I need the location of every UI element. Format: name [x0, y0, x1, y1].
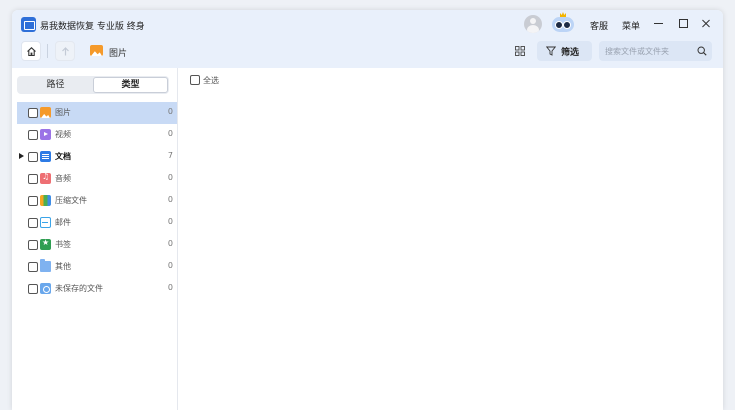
search-box[interactable] — [599, 41, 712, 61]
item-count: 0 — [167, 217, 173, 226]
checkbox[interactable] — [28, 130, 38, 140]
image-icon — [40, 107, 51, 118]
folder-icon — [40, 259, 51, 272]
item-count: 0 — [167, 107, 173, 116]
sidebar-item-audio[interactable]: 音频 0 — [17, 168, 177, 190]
search-icon[interactable] — [697, 46, 707, 56]
sidebar-item-images[interactable]: 图片 0 — [17, 102, 177, 124]
checkbox[interactable] — [28, 174, 38, 184]
item-count: 0 — [167, 239, 173, 248]
checkbox[interactable] — [28, 218, 38, 228]
sidebar: 路径 类型 图片 0 视频 0 文档 7 音频 0 — [12, 68, 178, 410]
unsaved-file-icon — [40, 283, 51, 294]
video-icon — [40, 129, 51, 140]
sidebar-item-label: 邮件 — [55, 218, 71, 227]
checkbox[interactable] — [28, 108, 38, 118]
filter-button[interactable]: 筛选 — [537, 41, 592, 61]
select-all-checkbox[interactable] — [190, 75, 200, 85]
sidebar-item-label: 图片 — [55, 108, 71, 117]
go-up-button[interactable] — [55, 41, 75, 61]
sidebar-item-label: 视频 — [55, 130, 71, 139]
customer-service-button[interactable]: 客服 — [590, 19, 608, 32]
item-count: 0 — [167, 129, 173, 138]
menu-button[interactable]: 菜单 — [622, 19, 640, 32]
item-count: 0 — [167, 261, 173, 270]
arrow-up-icon — [62, 47, 69, 56]
sidebar-item-videos[interactable]: 视频 0 — [17, 124, 177, 146]
app-title: 易我数据恢复 专业版 终身 — [40, 22, 145, 32]
item-count: 7 — [167, 151, 173, 160]
tab-path[interactable]: 路径 — [18, 77, 93, 93]
checkbox[interactable] — [28, 262, 38, 272]
item-count: 0 — [167, 283, 173, 292]
checkbox[interactable] — [28, 152, 38, 162]
select-all-label[interactable]: 全选 — [203, 75, 219, 86]
funnel-icon — [546, 46, 556, 56]
audio-icon — [40, 172, 51, 184]
checkbox[interactable] — [28, 196, 38, 206]
expand-arrow-icon[interactable] — [19, 153, 24, 159]
app-window: 易我数据恢复 专业版 终身 客服 菜单 图片 筛选 搜索文件或文件夹 路径 类型… — [12, 10, 723, 410]
app-logo-icon — [21, 17, 36, 32]
sidebar-item-archives[interactable]: 压缩文件 0 — [17, 190, 177, 212]
file-list-area: 全选 — [179, 68, 723, 410]
filter-label: 筛选 — [561, 48, 580, 58]
search-input[interactable] — [605, 44, 693, 58]
sidebar-item-documents[interactable]: 文档 7 — [17, 146, 177, 168]
close-icon[interactable] — [699, 16, 713, 30]
sidebar-item-label: 音频 — [55, 174, 71, 183]
sidebar-tabs: 路径 类型 — [17, 76, 169, 94]
sidebar-item-label: 文档 — [55, 152, 71, 161]
sidebar-item-label: 未保存的文件 — [55, 284, 103, 293]
mail-icon — [40, 217, 51, 228]
home-icon — [27, 47, 36, 57]
vip-crown-icon[interactable] — [551, 12, 575, 32]
bookmark-icon — [40, 238, 51, 250]
sidebar-item-unsaved-files[interactable]: 未保存的文件 0 — [17, 278, 177, 300]
maximize-icon[interactable] — [676, 16, 690, 30]
breadcrumb-current: 图片 — [109, 49, 128, 59]
grid-icon — [515, 46, 525, 56]
view-grid-button[interactable] — [510, 41, 530, 61]
checkbox[interactable] — [28, 240, 38, 250]
home-button[interactable] — [21, 41, 41, 61]
document-icon — [40, 151, 51, 162]
item-count: 0 — [167, 173, 173, 182]
title-bar: 易我数据恢复 专业版 终身 客服 菜单 图片 筛选 搜索文件或文件夹 — [12, 10, 723, 68]
user-avatar-icon[interactable] — [524, 15, 542, 33]
checkbox[interactable] — [28, 284, 38, 294]
sidebar-item-label: 书签 — [55, 240, 71, 249]
nav-divider — [47, 44, 48, 58]
image-folder-icon — [90, 45, 103, 56]
item-count: 0 — [167, 195, 173, 204]
sidebar-item-bookmarks[interactable]: 书签 0 — [17, 234, 177, 256]
tab-type[interactable]: 类型 — [93, 77, 168, 93]
sidebar-item-mail[interactable]: 邮件 0 — [17, 212, 177, 234]
sidebar-item-other[interactable]: 其他 0 — [17, 256, 177, 278]
sidebar-item-label: 其他 — [55, 262, 71, 271]
minimize-icon[interactable] — [652, 16, 666, 30]
archive-icon — [40, 195, 51, 206]
sidebar-item-label: 压缩文件 — [55, 196, 87, 205]
